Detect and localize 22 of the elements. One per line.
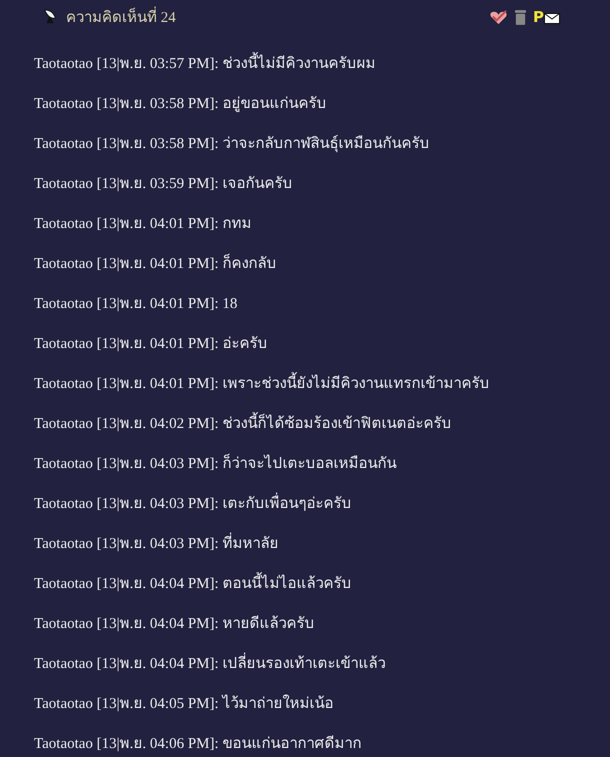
chat-message: Taotaotao [13|พ.ย. 04:01 PM]: เพราะช่วงนี้ยังไม่มีคิวงานแทรกเข้ามาครับ — [34, 374, 490, 394]
chat-message: Taotaotao [13|พ.ย. 04:04 PM]: หายดีแล้วครับ — [34, 614, 314, 634]
chat-message: Taotaotao [13|พ.ย. 04:01 PM]: อ่ะครับ — [34, 335, 268, 354]
chat-message: Taotaotao [13|พ.ย. 04:02 PM]: ช่วงนี้ก็ได้ซ้อมร้องเข้าฟิตเนตอ่ะครับ — [34, 414, 452, 434]
chat-message: Taotaotao [13|พ.ย. 03:58 PM]: ว่าจะกลับกาฬสินธุ์เหมือนกันครับ — [34, 134, 430, 154]
chat-message: Taotaotao [13|พ.ย. 03:57 PM]: ช่วงนี้ไม่มีคิวงานครับผม — [34, 54, 376, 74]
chat-message: Taotaotao [13|พ.ย. 03:59 PM]: เจอกันครับ — [34, 175, 292, 194]
chat-message: Taotaotao [13|พ.ย. 04:03 PM]: ก็ว่าจะไปเตะบอลเหมือนกัน — [34, 454, 396, 474]
chat-message: Taotaotao [13|พ.ย. 04:03 PM]: ที่มหาลัย — [34, 534, 278, 554]
chat-message: Taotaotao [13|พ.ย. 04:06 PM]: ขอนแก่นอากาศดีมาก — [34, 734, 362, 754]
chat-message: Taotaotao [13|พ.ย. 04:01 PM]: ก็คงกลับ — [34, 254, 276, 274]
post-title: ความคิดเห็นที่ 24 — [66, 5, 176, 29]
chat-message: Taotaotao [13|พ.ย. 04:01 PM]: กทม — [34, 215, 252, 234]
heart-check-icon[interactable] — [489, 10, 508, 24]
chat-message: Taotaotao [13|พ.ย. 04:03 PM]: เตะกับเพื่อนๆอ่ะครับ — [34, 494, 352, 514]
chat-message: Taotaotao [13|พ.ย. 04:04 PM]: ตอนนี้ไม่ไอแล้วครับ — [34, 574, 352, 594]
chat-message: Taotaotao [13|พ.ย. 04:05 PM]: ไว้มาถ่ายใหม่เน้อ — [34, 694, 334, 714]
chat-message: Taotaotao [13|พ.ย. 03:58 PM]: อยู่ขอนแก่นครับ — [34, 95, 326, 114]
dish-icon — [42, 8, 58, 26]
chat-message: Taotaotao [13|พ.ย. 04:01 PM]: 18 — [34, 295, 238, 314]
chat-message: Taotaotao [13|พ.ย. 04:04 PM]: เปลี่ยนรองเท้าเตะเข้าแล้ว — [34, 654, 386, 674]
trash-icon[interactable] — [514, 8, 527, 26]
